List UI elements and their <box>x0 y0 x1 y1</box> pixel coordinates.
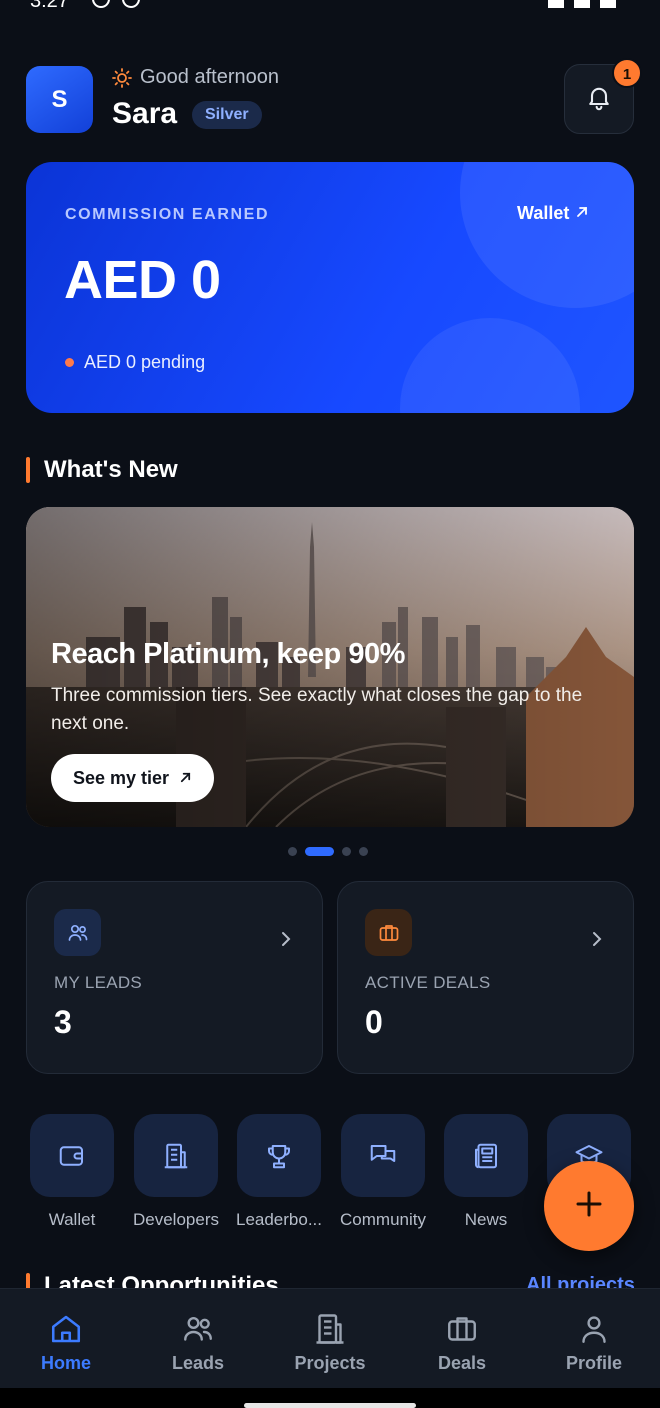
arrow-up-right-icon <box>179 768 192 789</box>
carousel-dot[interactable] <box>288 847 297 856</box>
nav-deals[interactable]: Deals <box>396 1289 528 1389</box>
pending-dot <box>65 358 74 367</box>
wifi-icon <box>548 0 564 8</box>
building-icon <box>310 1309 350 1349</box>
carousel-dot[interactable] <box>342 847 351 856</box>
banner-title: Reach Platinum, keep 90% <box>51 638 405 670</box>
banner-description: Three commission tiers. See exactly what… <box>51 685 583 734</box>
add-fab-button[interactable] <box>544 1161 634 1251</box>
battery-icon <box>600 0 616 8</box>
commission-label: COMMISSION EARNED <box>65 206 270 223</box>
building-icon <box>134 1114 218 1197</box>
sync-icon <box>122 0 140 8</box>
signal-icon <box>574 0 590 8</box>
nav-label: Leads <box>171 1353 225 1373</box>
nav-home[interactable]: Home <box>0 1289 132 1389</box>
stat-value: 3 <box>54 1004 72 1040</box>
nav-profile[interactable]: Profile <box>528 1289 660 1389</box>
whats-new-heading: What's New <box>26 456 178 484</box>
arrow-up-right-icon <box>575 203 589 224</box>
status-icons-left <box>92 0 140 8</box>
nav-label: Deals <box>437 1353 487 1373</box>
newspaper-icon <box>444 1114 528 1197</box>
nav-projects[interactable]: Projects <box>264 1289 396 1389</box>
wallet-link-label: Wallet <box>517 203 570 223</box>
briefcase-icon <box>442 1309 482 1349</box>
quick-action-wallet[interactable]: Wallet <box>30 1114 114 1229</box>
quick-action-developers[interactable]: Developers <box>133 1114 219 1229</box>
active-deals-card[interactable]: ACTIVE DEALS 0 <box>337 881 634 1074</box>
nav-label: Profile <box>565 1353 622 1373</box>
chat-icon <box>341 1114 425 1197</box>
nav-label: Home <box>40 1353 91 1373</box>
status-bar: 3:27 <box>0 0 660 14</box>
home-indicator[interactable] <box>244 1403 416 1408</box>
my-leads-card[interactable]: MY LEADS 3 <box>26 881 323 1074</box>
decorative-circle <box>460 162 634 308</box>
section-accent-bar <box>26 457 30 483</box>
greeting: Good afternoon <box>112 66 279 89</box>
wallet-icon <box>30 1114 114 1197</box>
commission-card: COMMISSION EARNED Wallet AED 0 AED 0 pen… <box>26 162 634 413</box>
nav-leads[interactable]: Leads <box>132 1289 264 1389</box>
quick-action-leaderboard[interactable]: Leaderbo... <box>236 1114 322 1229</box>
quick-action-label: News <box>464 1210 508 1229</box>
home-icon <box>46 1309 86 1349</box>
wallet-link[interactable]: Wallet <box>517 203 589 224</box>
nav-label: Projects <box>294 1353 366 1373</box>
sun-icon <box>112 67 132 88</box>
quick-action-label: Community <box>340 1210 426 1229</box>
pending-row: AED 0 pending <box>65 352 205 373</box>
bottom-nav: Home Leads Projects Deals Profile <box>0 1288 660 1388</box>
status-icons-right <box>548 0 616 8</box>
status-time: 3:27 <box>30 0 69 12</box>
plus-icon <box>574 1189 604 1224</box>
whats-new-title: What's New <box>44 456 178 483</box>
quick-action-label: Wallet <box>48 1210 96 1229</box>
greeting-text: Good afternoon <box>140 66 279 88</box>
trophy-icon <box>237 1114 321 1197</box>
whats-new-banner[interactable]: Reach Platinum, keep 90% Three commissio… <box>26 507 634 827</box>
carousel-dot-active[interactable] <box>305 847 334 856</box>
decorative-circle <box>400 318 580 413</box>
chevron-right-icon <box>279 930 293 953</box>
notification-count-badge: 1 <box>612 58 642 88</box>
briefcase-icon <box>365 909 412 956</box>
stat-label: ACTIVE DEALS <box>365 973 491 992</box>
carousel-indicator <box>288 847 368 856</box>
users-icon <box>178 1309 218 1349</box>
quick-action-news[interactable]: News <box>444 1114 528 1229</box>
quick-action-label: Developers <box>133 1210 219 1229</box>
tier-badge: Silver <box>192 101 262 129</box>
users-icon <box>54 909 101 956</box>
pending-text: AED 0 pending <box>84 352 206 372</box>
avatar[interactable]: S <box>26 66 93 133</box>
stat-label: MY LEADS <box>54 973 143 992</box>
location-icon <box>92 0 110 8</box>
user-name: Sara <box>112 97 178 130</box>
person-icon <box>574 1309 614 1349</box>
see-my-tier-button[interactable]: See my tier <box>51 754 215 802</box>
carousel-dot[interactable] <box>359 847 368 856</box>
commission-amount: AED 0 <box>64 250 221 310</box>
quick-action-label: Leaderbo... <box>235 1210 322 1229</box>
quick-action-community[interactable]: Community <box>340 1114 426 1229</box>
chevron-right-icon <box>590 930 604 953</box>
bell-icon <box>585 83 613 116</box>
stat-value: 0 <box>365 1004 383 1040</box>
see-my-tier-label: See my tier <box>73 767 170 788</box>
